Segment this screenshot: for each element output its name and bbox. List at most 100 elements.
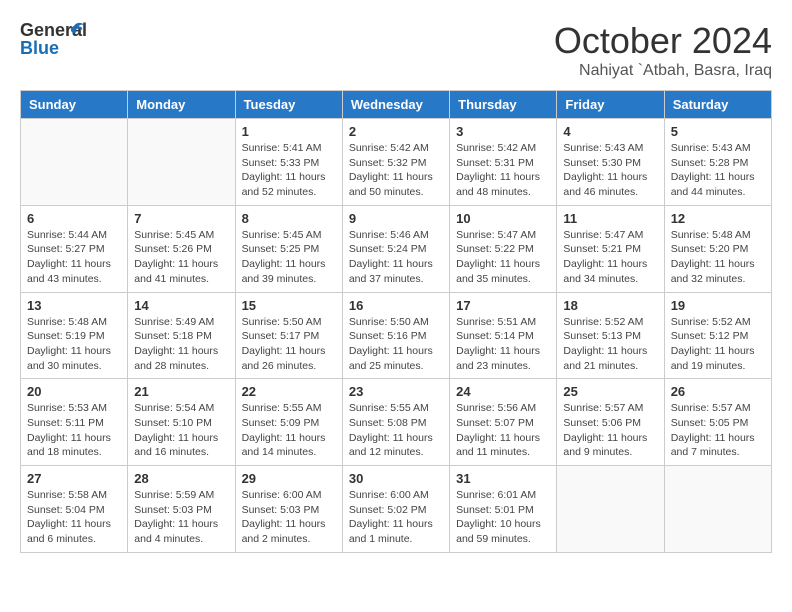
calendar-cell: 10 Sunrise: 5:47 AMSunset: 5:22 PMDayligh…	[450, 205, 557, 292]
calendar-cell: 6Sunrise: 5:44 AMSunset: 5:27 PMDaylight…	[21, 205, 128, 292]
day-number: 4	[563, 124, 657, 139]
calendar-cell: 21 Sunrise: 5:54 AMSunset: 5:10 PMDayligh…	[128, 379, 235, 466]
day-number: 3	[456, 124, 550, 139]
day-number: 16	[349, 298, 443, 313]
column-header-sunday: Sunday	[21, 91, 128, 119]
column-header-saturday: Saturday	[664, 91, 771, 119]
day-info: Sunrise: 5:45 AMSunset: 5:25 PMDaylight:…	[242, 228, 336, 287]
calendar-cell: 23 Sunrise: 5:55 AMSunset: 5:08 PMDayligh…	[342, 379, 449, 466]
calendar-cell: 7 Sunrise: 5:45 AMSunset: 5:26 PMDaylight…	[128, 205, 235, 292]
calendar-cell: 1 Sunrise: 5:41 AMSunset: 5:33 PMDaylight…	[235, 119, 342, 206]
day-number: 2	[349, 124, 443, 139]
day-number: 21	[134, 384, 228, 399]
calendar-cell	[128, 119, 235, 206]
day-number: 31	[456, 471, 550, 486]
day-info: Sunrise: 5:49 AMSunset: 5:18 PMDaylight:…	[134, 315, 228, 374]
day-number: 26	[671, 384, 765, 399]
day-info: Sunrise: 5:42 AMSunset: 5:32 PMDaylight:…	[349, 141, 443, 200]
day-info: Sunrise: 5:43 AMSunset: 5:28 PMDaylight:…	[671, 141, 765, 200]
day-number: 17	[456, 298, 550, 313]
day-number: 15	[242, 298, 336, 313]
day-info: Sunrise: 5:46 AMSunset: 5:24 PMDaylight:…	[349, 228, 443, 287]
calendar-cell: 2 Sunrise: 5:42 AMSunset: 5:32 PMDaylight…	[342, 119, 449, 206]
day-info: Sunrise: 5:54 AMSunset: 5:10 PMDaylight:…	[134, 401, 228, 460]
day-info: Sunrise: 5:48 AMSunset: 5:19 PMDaylight:…	[27, 315, 121, 374]
week-row-5: 27 Sunrise: 5:58 AMSunset: 5:04 PMDayligh…	[21, 466, 772, 553]
day-info: Sunrise: 5:58 AMSunset: 5:04 PMDaylight:…	[27, 488, 121, 547]
day-number: 29	[242, 471, 336, 486]
day-info: Sunrise: 5:55 AMSunset: 5:08 PMDaylight:…	[349, 401, 443, 460]
day-number: 20	[27, 384, 121, 399]
day-number: 28	[134, 471, 228, 486]
calendar-cell: 5 Sunrise: 5:43 AMSunset: 5:28 PMDaylight…	[664, 119, 771, 206]
calendar-cell: 14Sunrise: 5:49 AMSunset: 5:18 PMDayligh…	[128, 292, 235, 379]
day-info: Sunrise: 5:44 AMSunset: 5:27 PMDaylight:…	[27, 228, 121, 287]
calendar-cell: 13Sunrise: 5:48 AMSunset: 5:19 PMDayligh…	[21, 292, 128, 379]
calendar-cell: 15 Sunrise: 5:50 AMSunset: 5:17 PMDayligh…	[235, 292, 342, 379]
column-header-wednesday: Wednesday	[342, 91, 449, 119]
day-number: 5	[671, 124, 765, 139]
calendar-cell: 30Sunrise: 6:00 AMSunset: 5:02 PMDayligh…	[342, 466, 449, 553]
day-number: 10	[456, 211, 550, 226]
calendar-cell: 29 Sunrise: 6:00 AMSunset: 5:03 PMDayligh…	[235, 466, 342, 553]
day-info: Sunrise: 5:50 AMSunset: 5:16 PMDaylight:…	[349, 315, 443, 374]
calendar-cell: 18Sunrise: 5:52 AMSunset: 5:13 PMDayligh…	[557, 292, 664, 379]
calendar-cell: 9 Sunrise: 5:46 AMSunset: 5:24 PMDaylight…	[342, 205, 449, 292]
column-header-friday: Friday	[557, 91, 664, 119]
calendar-cell: 3Sunrise: 5:42 AMSunset: 5:31 PMDaylight…	[450, 119, 557, 206]
day-number: 19	[671, 298, 765, 313]
day-info: Sunrise: 5:52 AMSunset: 5:12 PMDaylight:…	[671, 315, 765, 374]
logo-blue: Blue	[20, 38, 59, 59]
day-number: 25	[563, 384, 657, 399]
day-info: Sunrise: 5:47 AMSunset: 5:21 PMDaylight:…	[563, 228, 657, 287]
day-number: 24	[456, 384, 550, 399]
calendar-cell: 28 Sunrise: 5:59 AMSunset: 5:03 PMDayligh…	[128, 466, 235, 553]
day-number: 18	[563, 298, 657, 313]
title-block: October 2024 Nahiyat `Atbah, Basra, Iraq	[554, 20, 772, 80]
day-info: Sunrise: 5:51 AMSunset: 5:14 PMDaylight:…	[456, 315, 550, 374]
week-row-3: 13Sunrise: 5:48 AMSunset: 5:19 PMDayligh…	[21, 292, 772, 379]
week-row-1: 1 Sunrise: 5:41 AMSunset: 5:33 PMDaylight…	[21, 119, 772, 206]
day-info: Sunrise: 6:00 AMSunset: 5:03 PMDaylight:…	[242, 488, 336, 547]
day-number: 11	[563, 211, 657, 226]
day-number: 8	[242, 211, 336, 226]
calendar-header-row: SundayMondayTuesdayWednesdayThursdayFrid…	[21, 91, 772, 119]
week-row-4: 20 Sunrise: 5:53 AMSunset: 5:11 PMDayligh…	[21, 379, 772, 466]
day-info: Sunrise: 5:57 AMSunset: 5:05 PMDaylight:…	[671, 401, 765, 460]
day-number: 1	[242, 124, 336, 139]
day-info: Sunrise: 5:55 AMSunset: 5:09 PMDaylight:…	[242, 401, 336, 460]
calendar-cell: 24Sunrise: 5:56 AMSunset: 5:07 PMDayligh…	[450, 379, 557, 466]
calendar-cell: 25Sunrise: 5:57 AMSunset: 5:06 PMDayligh…	[557, 379, 664, 466]
calendar-cell: 16 Sunrise: 5:50 AMSunset: 5:16 PMDayligh…	[342, 292, 449, 379]
day-number: 23	[349, 384, 443, 399]
week-row-2: 6Sunrise: 5:44 AMSunset: 5:27 PMDaylight…	[21, 205, 772, 292]
column-header-tuesday: Tuesday	[235, 91, 342, 119]
day-number: 9	[349, 211, 443, 226]
day-info: Sunrise: 5:41 AMSunset: 5:33 PMDaylight:…	[242, 141, 336, 200]
day-info: Sunrise: 6:01 AMSunset: 5:01 PMDaylight:…	[456, 488, 550, 547]
calendar-cell: 17 Sunrise: 5:51 AMSunset: 5:14 PMDayligh…	[450, 292, 557, 379]
day-info: Sunrise: 5:45 AMSunset: 5:26 PMDaylight:…	[134, 228, 228, 287]
column-header-thursday: Thursday	[450, 91, 557, 119]
day-info: Sunrise: 5:50 AMSunset: 5:17 PMDaylight:…	[242, 315, 336, 374]
calendar-cell: 19 Sunrise: 5:52 AMSunset: 5:12 PMDayligh…	[664, 292, 771, 379]
day-number: 7	[134, 211, 228, 226]
calendar-cell: 22Sunrise: 5:55 AMSunset: 5:09 PMDayligh…	[235, 379, 342, 466]
calendar-cell: 20 Sunrise: 5:53 AMSunset: 5:11 PMDayligh…	[21, 379, 128, 466]
calendar-cell: 26 Sunrise: 5:57 AMSunset: 5:05 PMDayligh…	[664, 379, 771, 466]
logo-bird-icon	[60, 18, 88, 46]
day-info: Sunrise: 5:53 AMSunset: 5:11 PMDaylight:…	[27, 401, 121, 460]
calendar-cell: 4 Sunrise: 5:43 AMSunset: 5:30 PMDaylight…	[557, 119, 664, 206]
calendar-cell	[557, 466, 664, 553]
day-info: Sunrise: 6:00 AMSunset: 5:02 PMDaylight:…	[349, 488, 443, 547]
day-number: 27	[27, 471, 121, 486]
day-info: Sunrise: 5:48 AMSunset: 5:20 PMDaylight:…	[671, 228, 765, 287]
day-info: Sunrise: 5:59 AMSunset: 5:03 PMDaylight:…	[134, 488, 228, 547]
day-info: Sunrise: 5:43 AMSunset: 5:30 PMDaylight:…	[563, 141, 657, 200]
location-subtitle: Nahiyat `Atbah, Basra, Iraq	[554, 62, 772, 80]
logo: General Blue	[20, 20, 70, 60]
day-info: Sunrise: 5:47 AMSunset: 5:22 PMDaylight:…	[456, 228, 550, 287]
calendar-cell	[664, 466, 771, 553]
calendar-table: SundayMondayTuesdayWednesdayThursdayFrid…	[20, 90, 772, 553]
day-number: 12	[671, 211, 765, 226]
